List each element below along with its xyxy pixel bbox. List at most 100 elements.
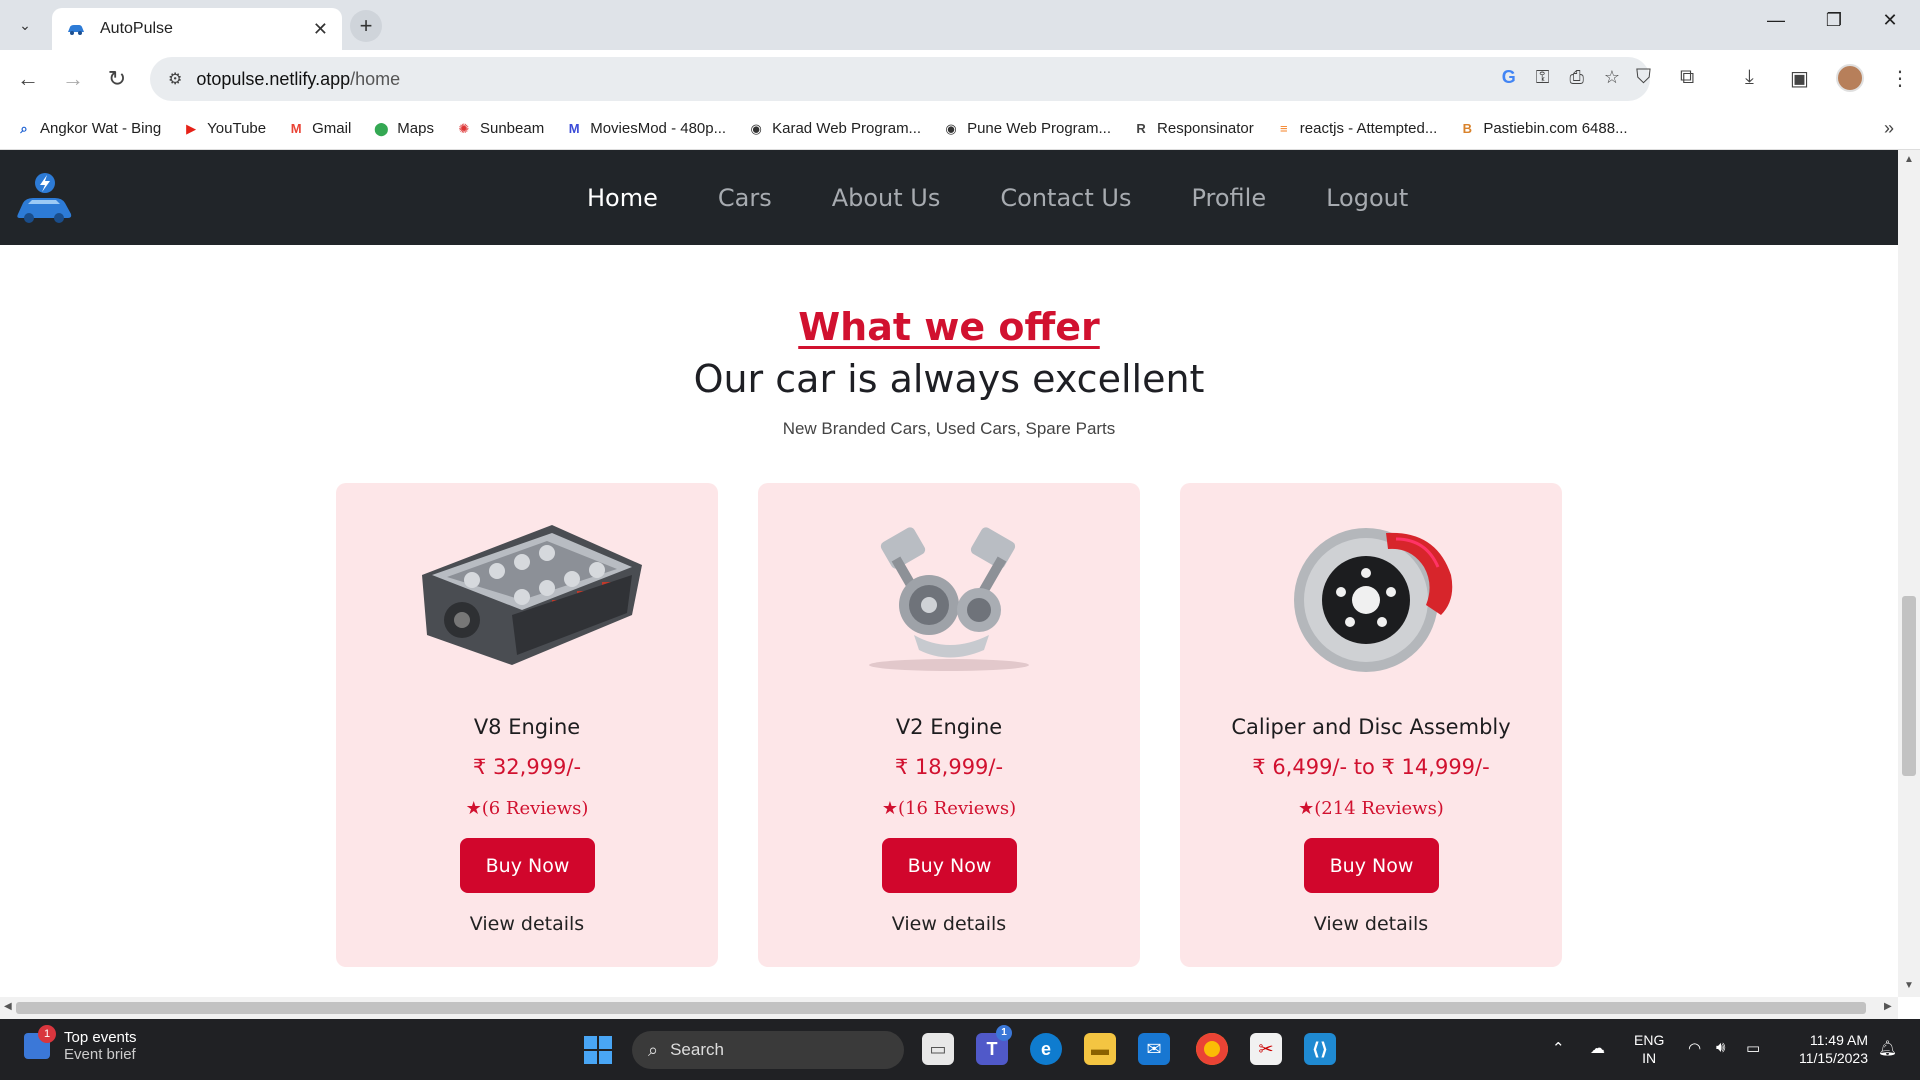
widget-title: Top events [64,1029,137,1046]
battery-icon[interactable]: ▭ [1746,1039,1760,1057]
horizontal-scroll-thumb[interactable] [16,1002,1866,1014]
widget-subtitle: Event brief [64,1046,136,1063]
teams-badge: 1 [996,1025,1012,1041]
search-icon: ⌕ [648,1039,659,1060]
extensions-puzzle-icon[interactable]: ⧉ [1680,66,1694,89]
maps-pin-icon: ⬤ [374,120,389,136]
bookmark-label: Sunbeam [479,120,545,137]
bookmark-item[interactable]: ◉ Pune Web Program... [943,120,1111,137]
onedrive-cloud-icon[interactable]: ☁ [1590,1039,1605,1057]
nav-link-profile[interactable]: Profile [1191,184,1266,212]
view-details-link[interactable]: View details [1180,913,1562,935]
nav-link-cars[interactable]: Cars [718,184,772,212]
buy-now-button[interactable]: Buy Now [1304,838,1439,893]
bookmark-label: Maps [397,120,434,137]
system-clock[interactable]: 11:49 AM 11/15/2023 [1786,1031,1868,1067]
section-headline: Our car is always excellent [693,357,1205,401]
bookmark-star-icon[interactable]: ☆ [1604,67,1620,88]
shield-extension-icon[interactable]: ⛉ [1636,66,1651,89]
vscode-icon[interactable]: ⟨⟩ [1304,1033,1336,1065]
notification-bell-icon[interactable]: 🔔︎ [1878,1039,1897,1057]
bookmark-item[interactable]: M MoviesMod - 480p... [566,120,726,137]
product-card: V8 Engine ₹ 32,999/- ★(6 Reviews) Buy No… [336,483,718,967]
scroll-right-arrow-icon[interactable]: ▶ [1884,1001,1892,1012]
bookmark-item[interactable]: M Gmail [288,120,352,137]
snipping-tool-icon[interactable]: ✂ [1250,1033,1282,1065]
mail-icon[interactable]: ✉ [1138,1033,1170,1065]
minimize-icon[interactable]: — [1756,10,1796,31]
widgets-button[interactable]: 1 Top events Event brief [24,1025,137,1063]
bookmarks-bar: ⌕ Angkor Wat - Bing ▶ YouTube M Gmail ⬤ Maps ✺ Su… [0,108,1920,150]
teams-icon[interactable]: T1 [976,1025,1012,1065]
site-info-icon[interactable]: ⚙ [168,69,182,89]
tray-chevron-up-icon[interactable]: ⌃ [1552,1039,1565,1057]
bookmarks-overflow-icon[interactable]: » [1884,118,1894,139]
window-close-icon[interactable]: ✕ [1870,10,1910,31]
task-view-icon[interactable]: ▭ [922,1033,954,1065]
nav-link-home[interactable]: Home [587,184,658,212]
nav-link-logout[interactable]: Logout [1326,184,1408,212]
widget-badge: 1 [38,1025,56,1043]
view-details-link[interactable]: View details [758,913,1140,935]
vertical-scroll-thumb[interactable] [1902,596,1916,776]
buy-now-button[interactable]: Buy Now [882,838,1017,893]
browser-menu-icon[interactable]: ⋮ [1890,66,1910,91]
clock-time: 11:49 AM [1809,1032,1868,1048]
tab-close-icon[interactable]: ✕ [313,19,328,40]
product-name: V8 Engine [473,715,581,739]
back-icon[interactable]: ← [13,64,43,94]
scroll-left-arrow-icon[interactable]: ◀ [4,1001,12,1012]
bookmark-label: YouTube [207,120,267,137]
address-bar[interactable]: ⚙ otopulse.netlify.app/home G ⚿ ⎙ ☆ [150,57,1650,101]
section-title: What we offer [798,305,1100,349]
v8-engine-image [422,525,642,665]
edge-browser-icon[interactable]: e [1030,1033,1062,1065]
side-panel-icon[interactable]: ▣ [1790,66,1809,91]
nav-link-about-us[interactable]: About Us [832,184,941,212]
profile-avatar[interactable] [1836,64,1864,92]
windows-start-icon[interactable] [584,1036,612,1064]
new-tab-button[interactable]: + [350,10,382,42]
buy-now-button[interactable]: Buy Now [460,838,595,893]
gmail-icon: M [290,121,302,136]
bookmark-item[interactable]: ⌕ Angkor Wat - Bing [16,120,161,137]
volume-icon[interactable]: 🔊︎ [1716,1039,1725,1056]
browser-tab[interactable]: AutoPulse ✕ [52,8,342,50]
product-card: V2 Engine ₹ 18,999/- ★(16 Reviews) Buy N… [758,483,1140,967]
brake-caliper-disc-image [1294,528,1453,672]
windows-taskbar: 1 Top events Event brief ⌕ Search ▭ T1 e… [0,1019,1920,1080]
restore-icon[interactable]: ❐ [1814,10,1854,31]
chrome-icon[interactable] [1196,1033,1228,1065]
star-icon: ★ [465,798,482,819]
password-key-icon[interactable]: ⚿ [1536,67,1550,88]
language-indicator[interactable]: ENG IN [1634,1031,1664,1067]
view-details-link[interactable]: View details [336,913,718,935]
site-navbar: Home Cars About Us Contact Us Profile Logout [0,150,1898,245]
bookmark-item[interactable]: R Responsinator [1133,120,1254,137]
scroll-down-arrow-icon[interactable]: ▼ [1904,980,1914,991]
google-lens-icon[interactable]: G [1502,67,1516,88]
wifi-icon[interactable]: ◠ [1688,1039,1701,1057]
bookmark-label: Responsinator [1157,120,1254,137]
forward-icon[interactable]: → [58,64,88,94]
install-app-icon[interactable]: ⎙ [1569,67,1583,88]
product-rating: ★(214 Reviews) [1180,798,1562,819]
bookmark-item[interactable]: ⬤ Maps [373,120,434,137]
bookmark-item[interactable]: ✺ Sunbeam [456,120,545,137]
nav-link-contact-us[interactable]: Contact Us [1000,184,1131,212]
file-explorer-icon[interactable]: ▬ [1084,1033,1116,1065]
vertical-scrollbar[interactable]: ▲ ▼ [1898,150,1920,997]
download-icon[interactable]: ⤓ [1745,66,1754,89]
taskbar-search[interactable]: ⌕ Search [632,1031,904,1069]
product-rating: ★(6 Reviews) [336,798,718,819]
tab-search-chevron-icon[interactable]: ⌄ [12,12,38,38]
bookmark-item[interactable]: ▶ YouTube [183,120,266,137]
horizontal-scrollbar[interactable]: ◀ ▶ [0,997,1898,1019]
reload-icon[interactable]: ↻ [102,64,132,94]
bookmark-item[interactable]: B Pastiebin.com 6488... [1459,120,1628,137]
bing-search-icon: ⌕ [20,120,28,136]
bookmark-item[interactable]: ≡ reactjs - Attempted... [1276,120,1437,137]
bookmark-item[interactable]: ◉ Karad Web Program... [748,120,921,137]
offer-section: What we offer Our car is always excellen… [0,245,1898,997]
scroll-up-arrow-icon[interactable]: ▲ [1904,154,1914,165]
